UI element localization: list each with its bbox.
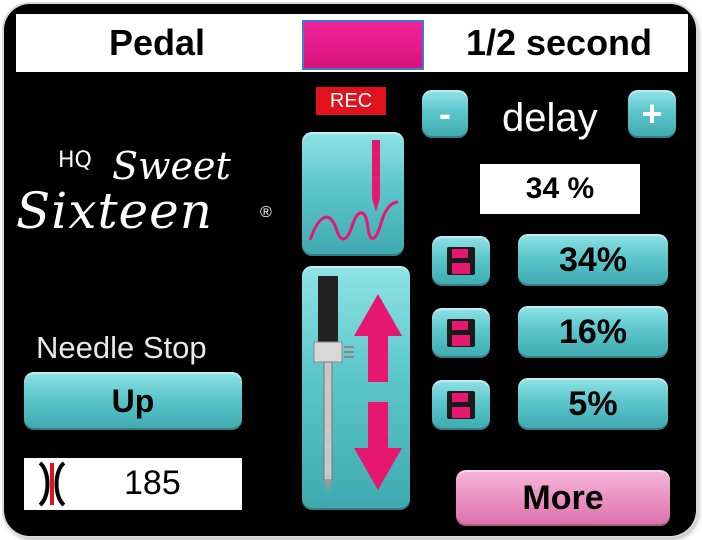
preset-2-button[interactable]: 16% bbox=[518, 306, 668, 358]
minus-icon: - bbox=[439, 93, 451, 134]
delay-plus-button[interactable]: + bbox=[628, 90, 676, 138]
record-button[interactable] bbox=[302, 132, 404, 256]
screen-frame: Pedal 1/2 second HQ Sweet Sixteen ® Need… bbox=[4, 4, 696, 536]
preset-1-button[interactable]: 34% bbox=[518, 234, 668, 286]
save-preset-1-button[interactable] bbox=[432, 236, 490, 286]
more-button[interactable]: More bbox=[456, 470, 670, 526]
preset-3-value: 5% bbox=[568, 384, 618, 423]
needle-stop-value: Up bbox=[111, 382, 155, 419]
save-preset-3-button[interactable] bbox=[432, 380, 490, 430]
rec-badge: REC bbox=[316, 87, 386, 115]
delay-value-field: 34 % bbox=[480, 164, 640, 214]
floppy-disk-icon bbox=[447, 391, 475, 419]
stitch-count-field: 185 bbox=[24, 458, 242, 510]
plus-icon: + bbox=[641, 93, 663, 134]
preset-1-value: 34% bbox=[558, 240, 628, 279]
delay-label: delay bbox=[502, 96, 598, 140]
logo-registered: ® bbox=[260, 204, 272, 221]
stitch-record-icon bbox=[308, 140, 399, 241]
preset-2-value: 16% bbox=[558, 312, 628, 351]
needle-up-down-button[interactable] bbox=[302, 266, 410, 510]
speed-label[interactable]: 1/2 second bbox=[430, 14, 688, 72]
hq-sweet-sixteen-logo: HQ Sweet Sixteen ® bbox=[14, 144, 294, 254]
logo-sixteen: Sixteen bbox=[16, 182, 213, 240]
needle-stop-button[interactable]: Up bbox=[24, 372, 242, 430]
needle-up-down-icon bbox=[313, 276, 402, 492]
needle-stop-label: Needle Stop bbox=[36, 330, 207, 365]
stitch-bracket-icon bbox=[38, 461, 66, 507]
floppy-disk-icon bbox=[447, 319, 475, 347]
floppy-disk-icon bbox=[447, 247, 475, 275]
thread-color-swatch[interactable] bbox=[302, 20, 424, 70]
logo-hq: HQ bbox=[58, 148, 92, 173]
mode-label[interactable]: Pedal bbox=[16, 14, 298, 72]
delay-value: 34 % bbox=[525, 172, 595, 205]
save-preset-2-button[interactable] bbox=[432, 308, 490, 358]
header-bar: Pedal 1/2 second bbox=[16, 14, 688, 72]
more-label: More bbox=[522, 478, 604, 517]
preset-3-button[interactable]: 5% bbox=[518, 378, 668, 430]
stitch-count-value: 185 bbox=[124, 464, 181, 502]
delay-minus-button[interactable]: - bbox=[422, 90, 468, 138]
